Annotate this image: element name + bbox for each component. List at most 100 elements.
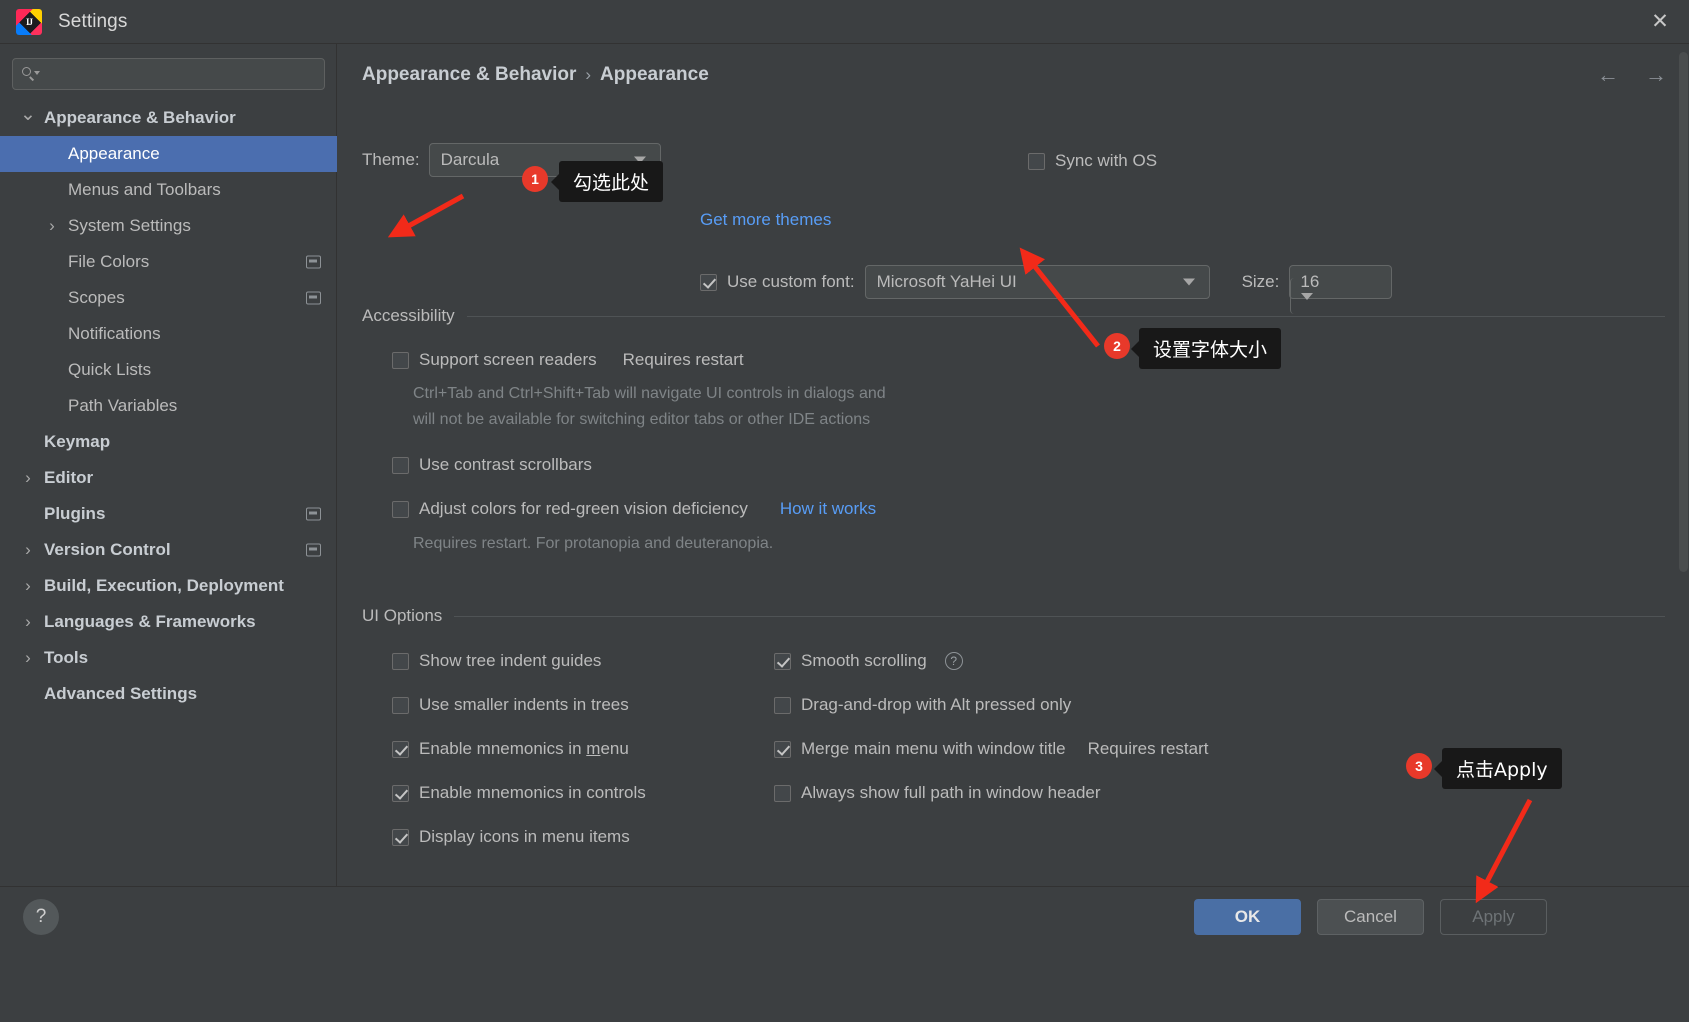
settings-sync-badge-icon — [306, 291, 321, 305]
chevron-right-icon[interactable]: › — [20, 468, 36, 487]
sidebar-item-label: Appearance & Behavior — [44, 108, 236, 127]
display-icons-in-menu-items-checkbox[interactable] — [392, 828, 409, 846]
get-more-themes-link[interactable]: Get more themes — [700, 210, 831, 230]
cancel-button[interactable]: Cancel — [1317, 899, 1424, 935]
sidebar-item-label: Version Control — [44, 540, 171, 559]
red-green-deficiency-row[interactable]: Adjust colors for red-green vision defic… — [392, 499, 876, 519]
smooth-scrolling-label: Smooth scrolling — [801, 651, 927, 670]
show-tree-indent-guides-row[interactable]: Show tree indent guides — [392, 651, 601, 671]
drag-and-drop-with-alt-pressed-only-row[interactable]: Drag-and-drop with Alt pressed only — [774, 695, 1071, 715]
sidebar-item-editor[interactable]: › Editor — [0, 460, 337, 496]
enable-mnemonics-in-menu-row[interactable]: Enable mnemonics in menu — [392, 739, 629, 759]
merge-main-menu-with-window-title-checkbox[interactable] — [774, 740, 791, 758]
breadcrumb-root[interactable]: Appearance & Behavior — [362, 64, 576, 86]
arrow-right-icon[interactable]: → — [1643, 62, 1669, 88]
red-green-deficiency-checkbox[interactable] — [392, 500, 409, 518]
sidebar-item-file-colors[interactable]: File Colors — [0, 244, 337, 280]
annotation-badge-2: 2 — [1104, 333, 1130, 359]
always-show-full-path-in-window-header-checkbox[interactable] — [774, 784, 791, 802]
ui-options-section-title: UI Options — [362, 606, 443, 625]
sidebar-item-menus-and-toolbars[interactable]: Menus and Toolbars — [0, 172, 337, 208]
sidebar-item-tools[interactable]: › Tools — [0, 640, 337, 676]
apply-button[interactable]: Apply — [1440, 899, 1547, 935]
enable-mnemonics-in-controls-label: Enable mnemonics in controls — [419, 783, 646, 802]
display-icons-in-menu-items-row[interactable]: Display icons in menu items — [392, 827, 630, 847]
sidebar-item-path-variables[interactable]: Path Variables — [0, 388, 337, 424]
sidebar-item-system-settings[interactable]: › System Settings — [0, 208, 337, 244]
chevron-down-icon — [1300, 292, 1313, 300]
sidebar-item-advanced-settings[interactable]: Advanced Settings — [0, 676, 337, 712]
arrow-left-icon[interactable]: ← — [1595, 62, 1621, 88]
chevron-right-icon[interactable]: › — [20, 648, 36, 667]
navigation-arrows: ← → — [1595, 62, 1669, 88]
sidebar-item-notifications[interactable]: Notifications — [0, 316, 337, 352]
support-screen-readers-label: Support screen readers — [419, 350, 597, 369]
support-screen-readers-checkbox[interactable] — [392, 351, 409, 369]
chevron-right-icon[interactable]: › — [20, 612, 36, 631]
window-title: Settings — [58, 10, 128, 32]
sidebar-item-label: Languages & Frameworks — [44, 612, 256, 631]
font-size-label: Size: — [1241, 272, 1280, 291]
smooth-scrolling-checkbox[interactable] — [774, 652, 791, 670]
title-bar: Settings ✕ — [0, 0, 1689, 44]
use-contrast-scrollbars-checkbox[interactable] — [392, 456, 409, 474]
enable-mnemonics-in-controls-row[interactable]: Enable mnemonics in controls — [392, 783, 646, 803]
sidebar-item-version-control[interactable]: › Version Control — [0, 532, 337, 568]
custom-font-select[interactable]: Microsoft YaHei UI — [864, 265, 1210, 299]
support-screen-readers-row[interactable]: Support screen readers Requires restart — [392, 350, 744, 370]
sidebar-item-languages-frameworks[interactable]: › Languages & Frameworks — [0, 604, 337, 640]
use-custom-font-checkbox[interactable] — [700, 273, 717, 291]
breadcrumb: Appearance & Behavior › Appearance — [362, 64, 709, 86]
sidebar-item-label: System Settings — [68, 216, 191, 235]
chevron-right-icon[interactable]: › — [20, 576, 36, 595]
show-tree-indent-guides-checkbox[interactable] — [392, 652, 409, 670]
use-smaller-indents-in-trees-row[interactable]: Use smaller indents in trees — [392, 695, 629, 715]
sidebar-item-label: Scopes — [68, 288, 125, 307]
annotation-tooltip-2: 设置字体大小 — [1139, 328, 1282, 369]
search-field[interactable] — [12, 58, 325, 90]
theme-select-value: Darcula — [440, 150, 500, 169]
custom-font-value: Microsoft YaHei UI — [876, 272, 1017, 291]
display-icons-in-menu-items-label: Display icons in menu items — [419, 827, 630, 846]
font-size-spinner[interactable]: 16 — [1289, 265, 1393, 314]
vertical-scrollbar[interactable] — [1679, 52, 1688, 572]
chevron-right-icon[interactable]: › — [44, 216, 60, 235]
chevron-down-icon[interactable]: ⌄ — [20, 104, 36, 125]
sidebar-item-appearance[interactable]: Appearance — [0, 136, 337, 172]
always-show-full-path-in-window-header-row[interactable]: Always show full path in window header — [774, 783, 1101, 803]
use-smaller-indents-in-trees-checkbox[interactable] — [392, 696, 409, 714]
help-button[interactable]: ? — [23, 899, 59, 935]
custom-font-row: Use custom font: Microsoft YaHei UI Size… — [700, 265, 1393, 314]
smooth-scrolling-row[interactable]: Smooth scrolling? — [774, 651, 963, 671]
sync-with-os-checkbox[interactable] — [1028, 152, 1045, 170]
close-icon[interactable]: ✕ — [1631, 0, 1689, 43]
annotation-tooltip-3: 点击Apply — [1442, 748, 1562, 789]
breadcrumb-separator: › — [585, 65, 592, 84]
sidebar-item-build-execution-deployment[interactable]: › Build, Execution, Deployment — [0, 568, 337, 604]
sidebar-item-label: Notifications — [68, 324, 161, 343]
use-smaller-indents-in-trees-label: Use smaller indents in trees — [419, 695, 629, 714]
chevron-right-icon[interactable]: › — [20, 540, 36, 559]
sidebar-item-plugins[interactable]: Plugins — [0, 496, 337, 532]
enable-mnemonics-in-menu-checkbox[interactable] — [392, 740, 409, 758]
sidebar-item-label: Menus and Toolbars — [68, 180, 221, 199]
use-contrast-scrollbars-row[interactable]: Use contrast scrollbars — [392, 455, 592, 475]
sidebar-item-keymap[interactable]: Keymap — [0, 424, 337, 460]
sync-with-os-label: Sync with OS — [1055, 151, 1158, 170]
drag-and-drop-with-alt-pressed-only-checkbox[interactable] — [774, 696, 791, 714]
how-it-works-link[interactable]: How it works — [780, 499, 876, 519]
show-tree-indent-guides-label: Show tree indent guides — [419, 651, 602, 670]
enable-mnemonics-in-controls-checkbox[interactable] — [392, 784, 409, 802]
sidebar-item-quick-lists[interactable]: Quick Lists — [0, 352, 337, 388]
merge-main-menu-with-window-title-row[interactable]: Merge main menu with window title Require… — [774, 739, 1209, 759]
sync-with-os-row[interactable]: Sync with OS — [1028, 151, 1157, 171]
help-icon[interactable]: ? — [944, 652, 963, 670]
chevron-down-icon — [1182, 278, 1195, 286]
search-input[interactable] — [41, 65, 324, 83]
sidebar-item-label: Editor — [44, 468, 94, 487]
ok-button[interactable]: OK — [1194, 899, 1301, 935]
ui-options-section-header: UI Options — [362, 606, 1665, 626]
red-green-deficiency-label: Adjust colors for red-green vision defic… — [419, 499, 748, 518]
sidebar-item-appearance-behavior[interactable]: ⌄ Appearance & Behavior — [0, 100, 337, 136]
sidebar-item-scopes[interactable]: Scopes — [0, 280, 337, 316]
